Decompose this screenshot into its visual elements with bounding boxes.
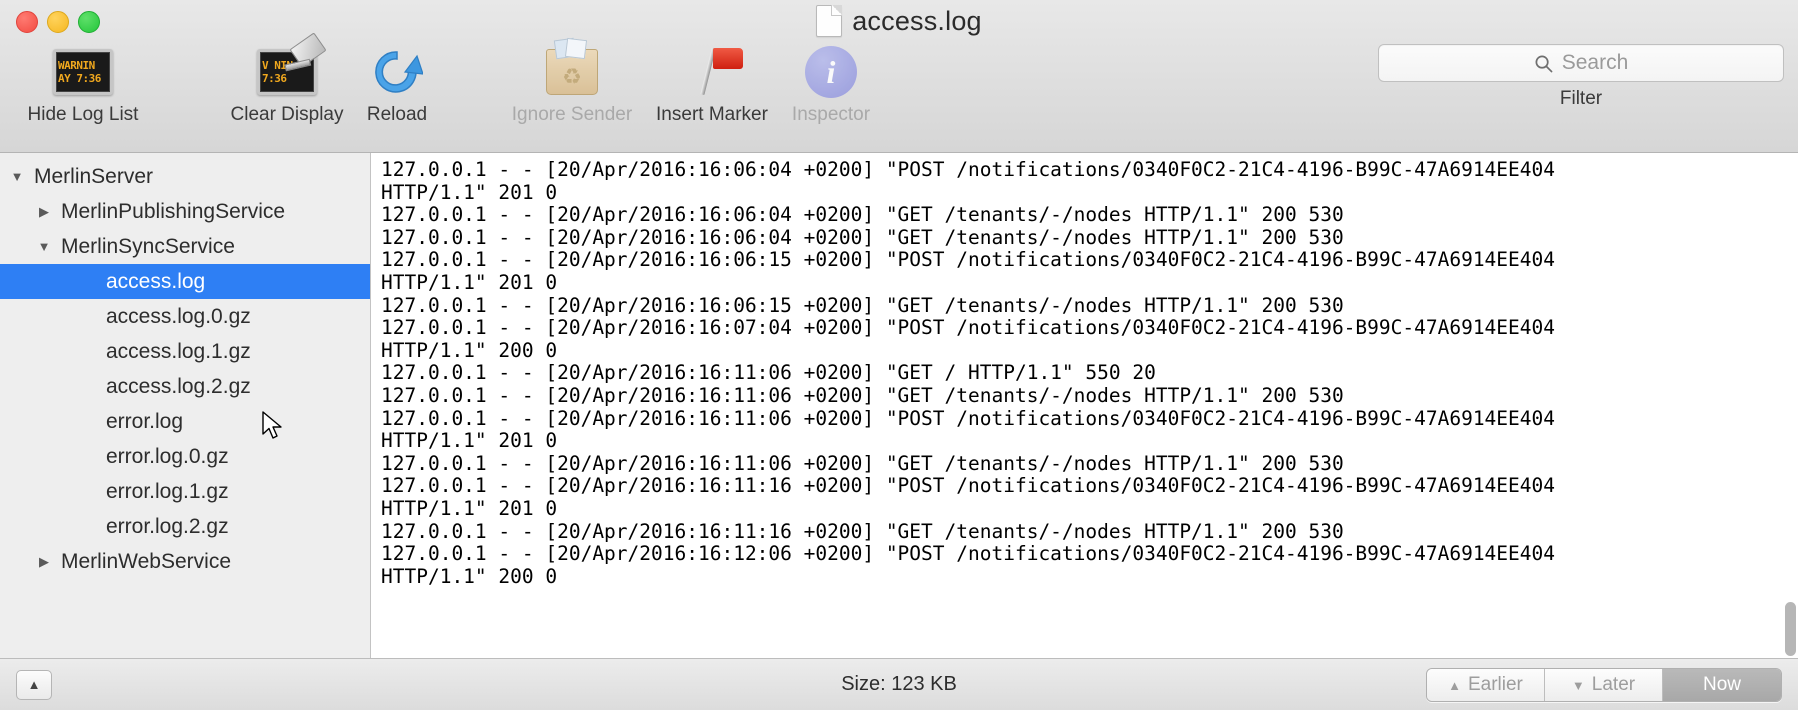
sidebar-item-label: error.log.2.gz xyxy=(106,514,229,538)
log-line: 127.0.0.1 - - [20/Apr/2016:16:12:06 +020… xyxy=(381,542,1555,566)
ignore-sender-button[interactable]: ♻ Ignore Sender xyxy=(497,37,647,126)
disclosure-expanded-icon[interactable]: ▼ xyxy=(33,240,55,253)
sidebar-item-access-log-1-gz[interactable]: access.log.1.gz xyxy=(0,334,370,369)
segment-label: Later xyxy=(1591,674,1636,695)
log-lines: 127.0.0.1 - - [20/Apr/2016:16:06:04 +020… xyxy=(371,153,1798,588)
main-body: ▼ MerlinServer ▶ MerlinPublishingService ▼ Me… xyxy=(0,153,1798,658)
search-placeholder: Search xyxy=(1561,51,1629,74)
inspector-button[interactable]: i Inspector xyxy=(756,44,906,126)
log-list-sidebar[interactable]: ▼ MerlinServer ▶ MerlinPublishingService ▼ Me… xyxy=(0,153,371,658)
triangle-down-icon: ▼ xyxy=(1571,677,1585,693)
sidebar-item-access-log-0-gz[interactable]: access.log.0.gz xyxy=(0,299,370,334)
log-line: 127.0.0.1 - - [20/Apr/2016:16:06:04 +020… xyxy=(381,158,1555,181)
log-line: 127.0.0.1 - - [20/Apr/2016:16:11:06 +020… xyxy=(381,451,1344,475)
vertical-scrollbar[interactable] xyxy=(1785,602,1796,656)
sidebar-item-label: error.log xyxy=(106,409,184,433)
sidebar-item-access-log-2-gz[interactable]: access.log.2.gz xyxy=(0,369,370,404)
sidebar-item-label: access.log.1.gz xyxy=(106,339,251,363)
log-line: HTTP/1.1" 200 0 xyxy=(381,564,558,588)
console-window: access.log WARNIN AY 7:36 Hide Log List xyxy=(0,0,1798,710)
ignore-sender-bag-icon: ♻ xyxy=(546,37,598,100)
info-glyph: i xyxy=(805,46,857,98)
warning-panel-icon: WARNIN AY 7:36 xyxy=(53,44,113,100)
lcd-line-1: WARNIN xyxy=(58,59,95,72)
sidebar-item-merlinpublishingservice[interactable]: ▶ MerlinPublishingService xyxy=(0,194,370,229)
log-line: HTTP/1.1" 201 0 xyxy=(381,180,558,204)
log-line: 127.0.0.1 - - [20/Apr/2016:16:06:15 +020… xyxy=(381,248,1555,272)
segment-label: Earlier xyxy=(1467,674,1523,695)
document-icon xyxy=(816,5,843,37)
hide-log-list-button[interactable]: WARNIN AY 7:36 Hide Log List xyxy=(8,44,158,126)
reload-icon xyxy=(371,44,423,100)
segment-earlier-button[interactable]: ▲ Earlier xyxy=(1427,669,1545,701)
sidebar-item-label: access.log.2.gz xyxy=(106,374,251,398)
disclosure-collapsed-icon[interactable]: ▶ xyxy=(33,555,55,568)
search-field[interactable]: Search xyxy=(1378,44,1784,82)
disclosure-expanded-icon[interactable]: ▼ xyxy=(6,170,28,183)
inspector-info-icon: i xyxy=(805,44,857,100)
sidebar-item-merlinsyncservice[interactable]: ▼ MerlinSyncService xyxy=(0,229,370,264)
toolbar: access.log WARNIN AY 7:36 Hide Log List xyxy=(0,0,1798,153)
inspector-label: Inspector xyxy=(791,104,871,125)
clear-display-hammer-icon: V NIN 7:36 xyxy=(257,32,327,100)
sidebar-item-label: access.log.0.gz xyxy=(106,304,251,328)
time-navigation-segmented-control: ▲ Earlier ▼ Later Now xyxy=(1426,668,1782,702)
sidebar-item-access-log[interactable]: access.log xyxy=(0,264,370,299)
window-title: access.log xyxy=(852,5,982,36)
search-icon xyxy=(1535,55,1553,72)
log-line: 127.0.0.1 - - [20/Apr/2016:16:11:06 +020… xyxy=(381,361,1156,385)
sidebar-item-merlinwebservice[interactable]: ▶ MerlinWebService xyxy=(0,544,370,579)
sidebar-item-label: MerlinServer xyxy=(34,164,154,188)
triangle-up-icon: ▲ xyxy=(1448,677,1461,693)
sidebar-item-error-log-2-gz[interactable]: error.log.2.gz xyxy=(0,509,370,544)
log-line: 127.0.0.1 - - [20/Apr/2016:16:11:16 +020… xyxy=(381,519,1344,543)
log-tree: ▼ MerlinServer ▶ MerlinPublishingService ▼ Me… xyxy=(0,159,370,579)
log-line: HTTP/1.1" 201 0 xyxy=(381,496,558,520)
log-line: 127.0.0.1 - - [20/Apr/2016:16:06:15 +020… xyxy=(381,293,1344,317)
sidebar-item-merlinserver[interactable]: ▼ MerlinServer xyxy=(0,159,370,194)
log-line: 127.0.0.1 - - [20/Apr/2016:16:06:04 +020… xyxy=(381,203,1344,227)
reload-label: Reload xyxy=(366,104,428,125)
disclosure-collapsed-icon[interactable]: ▶ xyxy=(33,205,55,218)
lcd-clear-line-2: 7:36 xyxy=(262,72,287,85)
filter-area: Search Filter xyxy=(1378,44,1784,110)
segment-label: Now xyxy=(1702,674,1741,695)
segment-later-button[interactable]: ▼ Later xyxy=(1545,669,1663,701)
hide-log-list-label: Hide Log List xyxy=(27,104,139,125)
insert-marker-label: Insert Marker xyxy=(656,104,768,125)
log-line: 127.0.0.1 - - [20/Apr/2016:16:11:16 +020… xyxy=(381,474,1555,498)
sidebar-item-error-log[interactable]: error.log xyxy=(0,404,370,439)
segment-now-button[interactable]: Now xyxy=(1663,669,1781,701)
log-line: 127.0.0.1 - - [20/Apr/2016:16:11:06 +020… xyxy=(381,406,1555,430)
lcd-line-2: AY 7:36 xyxy=(58,72,101,85)
filter-label: Filter xyxy=(1559,88,1603,109)
reload-button[interactable]: Reload xyxy=(322,44,472,126)
eject-icon[interactable]: ▲ xyxy=(16,669,52,700)
log-line: HTTP/1.1" 200 0 xyxy=(381,338,558,362)
insert-marker-flag-icon xyxy=(686,44,743,100)
log-line: HTTP/1.1" 201 0 xyxy=(381,429,558,453)
status-bar: ▲ Size: 123 KB ▲ Earlier ▼ Later Now xyxy=(0,658,1798,710)
log-line: 127.0.0.1 - - [20/Apr/2016:16:11:06 +020… xyxy=(381,383,1344,407)
log-line: HTTP/1.1" 201 0 xyxy=(381,270,558,294)
sidebar-item-label: access.log xyxy=(106,269,206,293)
sidebar-item-label: error.log.0.gz xyxy=(106,444,229,468)
log-content-pane[interactable]: 127.0.0.1 - - [20/Apr/2016:16:06:04 +020… xyxy=(371,153,1798,658)
window-title-area: access.log xyxy=(0,5,1798,37)
sidebar-item-label: MerlinPublishingService xyxy=(61,199,286,223)
sidebar-item-label: MerlinSyncService xyxy=(61,234,235,258)
ignore-sender-label: Ignore Sender xyxy=(511,104,633,125)
log-line: 127.0.0.1 - - [20/Apr/2016:16:07:04 +020… xyxy=(381,316,1555,340)
sidebar-item-error-log-0-gz[interactable]: error.log.0.gz xyxy=(0,439,370,474)
log-line: 127.0.0.1 - - [20/Apr/2016:16:06:04 +020… xyxy=(381,225,1344,249)
sidebar-item-label: MerlinWebService xyxy=(61,549,231,573)
sidebar-item-label: error.log.1.gz xyxy=(106,479,229,503)
sidebar-item-error-log-1-gz[interactable]: error.log.1.gz xyxy=(0,474,370,509)
mouse-cursor xyxy=(262,411,282,439)
